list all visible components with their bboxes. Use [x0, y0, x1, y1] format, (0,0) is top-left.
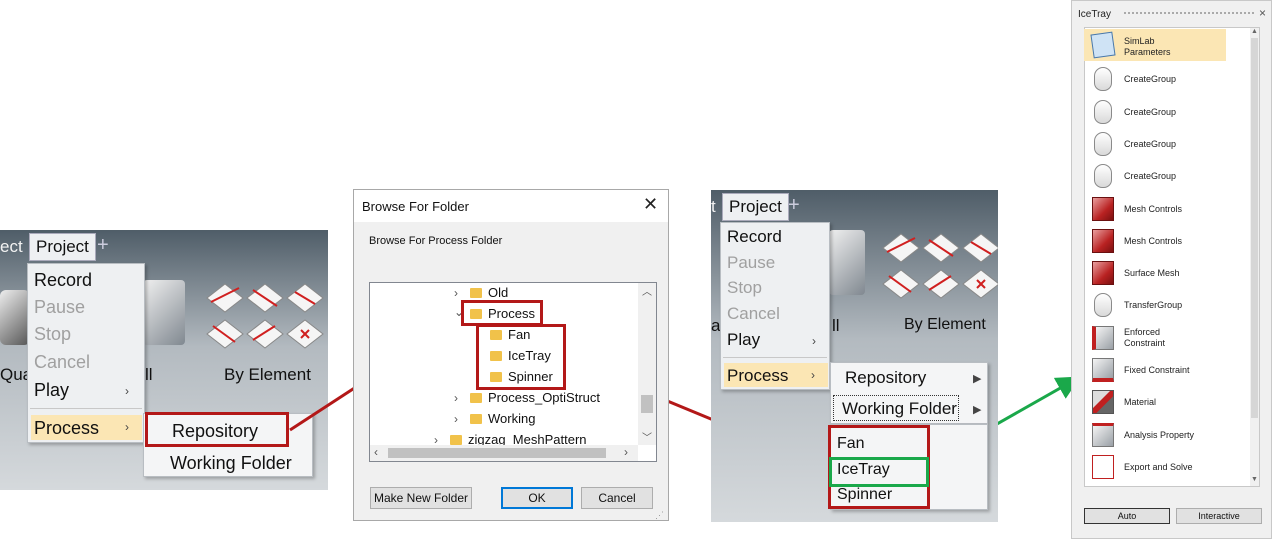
mesh-icon: [1092, 229, 1114, 253]
process-menu-item[interactable]: Process ›: [724, 363, 828, 387]
interactive-button[interactable]: Interactive: [1176, 508, 1262, 524]
icetray-highlight-box: [829, 457, 929, 487]
mouse-icon: [1094, 293, 1112, 317]
mouse-icon: [1094, 164, 1112, 188]
step-export-and-solve[interactable]: Export and Solve: [1084, 451, 1226, 483]
constraint-icon: [1092, 326, 1114, 350]
step-create-group[interactable]: CreateGroup: [1084, 63, 1226, 95]
ok-button[interactable]: OK: [501, 487, 573, 509]
dialog-instruction: Browse For Process Folder: [369, 235, 503, 247]
tree-item[interactable]: Process_OptiStruct: [470, 390, 600, 405]
scroll-down-icon[interactable]: ▼: [1251, 476, 1258, 483]
document-icon: [1090, 31, 1116, 59]
dialog-titlebar: Browse For Folder ✕: [354, 190, 668, 222]
menu-divider: [723, 357, 827, 358]
tree-item[interactable]: Old: [470, 285, 508, 300]
vertical-scrollbar[interactable]: ︿ ﹀: [638, 283, 656, 445]
dialog-title: Browse For Folder: [362, 199, 469, 214]
cancel-menu-item[interactable]: Cancel: [727, 304, 780, 324]
cancel-button[interactable]: Cancel: [581, 487, 653, 509]
vertical-scrollbar[interactable]: ▲ ▼: [1250, 28, 1259, 486]
folder-icon: [470, 414, 482, 424]
subfolders-highlight-box: [476, 324, 566, 390]
mouse-icon: [1094, 67, 1112, 91]
project-menu-panel-2: t Project + a ll By Element Record Pause…: [711, 190, 998, 522]
play-menu-item[interactable]: Play: [727, 330, 760, 350]
mouse-icon: [1094, 100, 1112, 124]
scrollbar-thumb[interactable]: [1251, 38, 1258, 418]
mesh-icon: [1092, 261, 1114, 285]
close-icon[interactable]: ✕: [643, 194, 658, 215]
chevron-right-icon: ›: [812, 334, 816, 348]
scroll-up-icon[interactable]: ︿: [642, 283, 652, 298]
scroll-down-icon[interactable]: ﹀: [642, 429, 652, 444]
step-mesh-controls[interactable]: Mesh Controls: [1084, 225, 1226, 257]
constraint-icon: [1092, 358, 1114, 382]
expand-chevron-icon[interactable]: ›: [454, 391, 458, 405]
make-new-folder-button[interactable]: Make New Folder: [370, 487, 472, 509]
step-transfer-group[interactable]: TransferGroup: [1084, 289, 1226, 321]
step-create-group[interactable]: CreateGroup: [1084, 96, 1226, 128]
scroll-left-icon[interactable]: ‹: [374, 445, 378, 459]
pause-menu-item[interactable]: Pause: [727, 253, 775, 273]
mouse-icon: [1094, 132, 1112, 156]
triangle-right-icon: ▶: [973, 404, 982, 416]
horizontal-scrollbar[interactable]: ‹ ›: [370, 445, 638, 461]
icetray-panel: IceTray × ▲ ▼ SimLab Parameters CreateGr…: [1071, 0, 1272, 539]
scrollbar-thumb[interactable]: [388, 448, 606, 458]
partial-ribbon-tab[interactable]: t: [711, 197, 716, 217]
export-icon: [1092, 455, 1114, 479]
scrollbar-thumb[interactable]: [641, 395, 653, 413]
chevron-right-icon: ›: [811, 368, 815, 382]
record-menu-item[interactable]: Record: [727, 227, 782, 247]
step-simlab-parameters[interactable]: SimLab Parameters: [1084, 29, 1226, 61]
step-fixed-constraint[interactable]: Fixed Constraint: [1084, 354, 1226, 386]
stop-menu-item[interactable]: Stop: [727, 278, 762, 298]
auto-button[interactable]: Auto: [1084, 508, 1170, 524]
step-create-group[interactable]: CreateGroup: [1084, 160, 1226, 192]
step-material[interactable]: Material: [1084, 386, 1226, 418]
step-mesh-controls[interactable]: Mesh Controls: [1084, 193, 1226, 225]
close-icon[interactable]: ×: [1259, 6, 1266, 20]
browse-for-folder-dialog: Browse For Folder ✕ Browse For Process F…: [353, 189, 669, 521]
triangle-right-icon: ▶: [973, 373, 982, 385]
step-create-group[interactable]: CreateGroup: [1084, 128, 1226, 160]
folder-icon: [450, 435, 462, 445]
add-tab-icon[interactable]: +: [788, 194, 800, 217]
step-analysis-property[interactable]: Analysis Property: [1084, 419, 1226, 451]
ribbon-label-partial: ll: [832, 316, 840, 335]
working-folder-menu-item[interactable]: Working Folder: [833, 395, 959, 421]
repository-menu-item[interactable]: Repository: [845, 368, 926, 388]
scroll-right-icon[interactable]: ›: [624, 445, 628, 459]
step-surface-mesh[interactable]: Surface Mesh: [1084, 257, 1226, 289]
project-menu: Record Pause Stop Cancel Play › Process …: [720, 222, 830, 390]
tree-item[interactable]: Working: [470, 411, 535, 426]
working-folder-label: Working Folder: [842, 399, 957, 418]
process-menu-label: Process: [727, 366, 789, 385]
process-submenu: Repository ▶ Working Folder ▶: [830, 362, 988, 424]
resize-grip-icon[interactable]: ⋰: [655, 510, 664, 521]
mesh-icon: [1092, 197, 1114, 221]
process-folder-highlight-box: [461, 300, 543, 326]
ribbon-tool-graphic: [829, 230, 865, 295]
panel-drag-handle[interactable]: [1124, 12, 1254, 16]
expand-chevron-icon[interactable]: ›: [454, 286, 458, 300]
property-icon: [1092, 423, 1114, 447]
folder-icon: [470, 288, 482, 298]
step-enforced-constraint[interactable]: Enforced Constraint: [1084, 322, 1226, 354]
scroll-up-icon[interactable]: ▲: [1251, 28, 1258, 35]
project-tab[interactable]: Project: [722, 193, 789, 221]
expand-chevron-icon[interactable]: ›: [454, 412, 458, 426]
panel-title: IceTray: [1078, 9, 1111, 20]
material-icon: [1092, 390, 1114, 414]
by-element-label: By Element: [904, 316, 986, 333]
folder-icon: [470, 393, 482, 403]
element-selection-icons: [881, 230, 998, 302]
